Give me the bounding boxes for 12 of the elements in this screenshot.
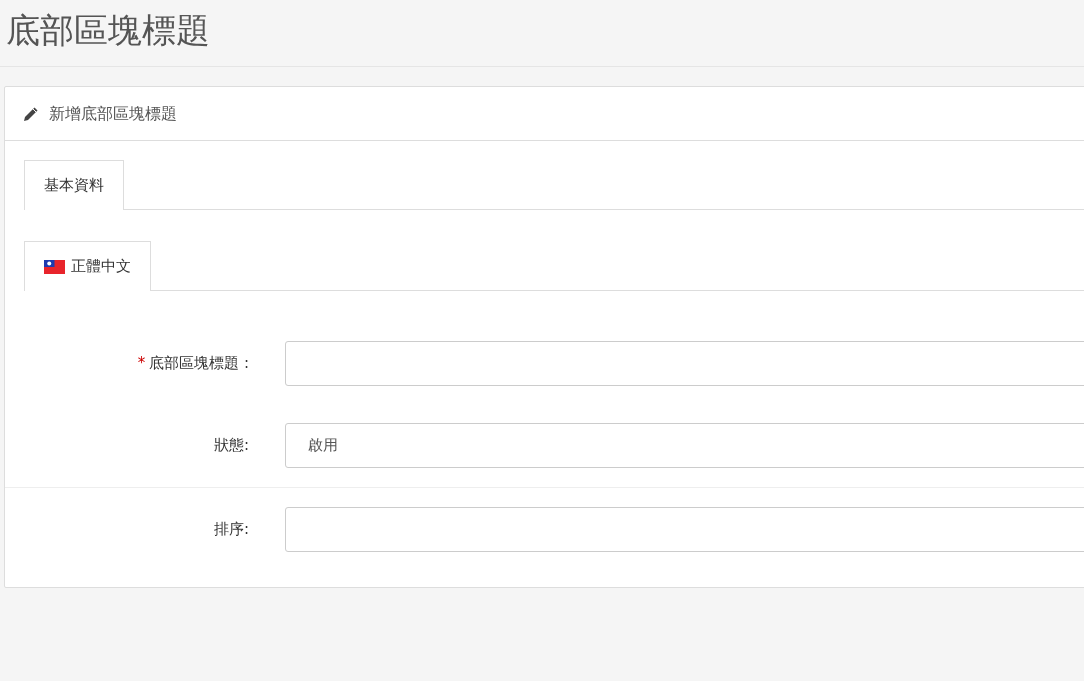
field-label: 排序: (212, 519, 249, 541)
input-field[interactable] (285, 507, 1084, 552)
input-field[interactable]: 啟用 (285, 423, 1084, 468)
page-title: 底部區塊標題 (5, 9, 211, 52)
flag-icon (44, 259, 65, 274)
input-field[interactable] (285, 341, 1084, 386)
field-label: 狀態: (212, 435, 249, 457)
tab[interactable]: 正體中文 (24, 241, 151, 291)
field-label: * 底部區塊標題 : (136, 353, 249, 375)
pencil-icon (23, 105, 39, 122)
tab[interactable]: 基本資料 (24, 160, 124, 210)
card-title: 新增底部區塊標題 (49, 102, 177, 125)
